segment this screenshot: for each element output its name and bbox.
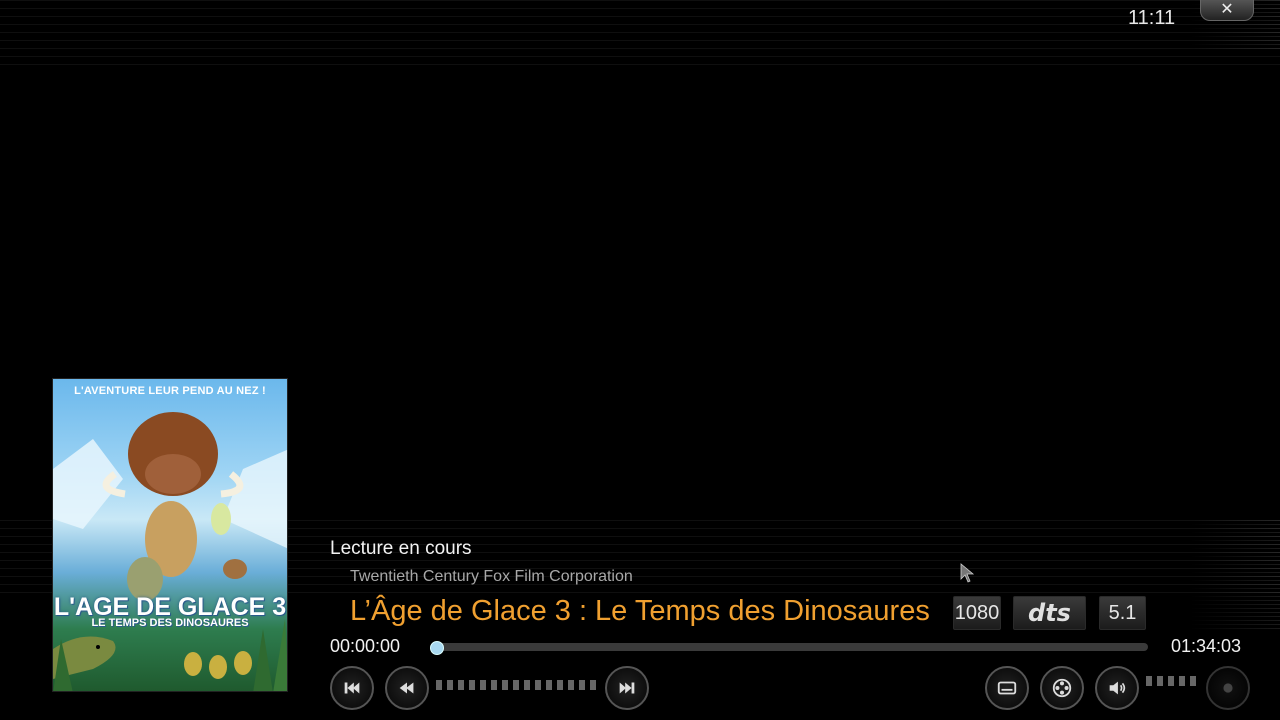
studio-name: Twentieth Century Fox Film Corporation: [350, 568, 633, 585]
rewind-icon: [399, 682, 414, 694]
audio-settings-icon: [1109, 681, 1126, 695]
video-settings-icon: [1052, 678, 1072, 698]
close-button[interactable]: ✕: [1200, 0, 1254, 21]
seek-bar[interactable]: [429, 641, 1148, 655]
controls-placeholder: [436, 680, 596, 690]
poster-artwork: [53, 412, 287, 691]
video-settings-button[interactable]: [1040, 666, 1084, 710]
mouse-cursor-icon: [960, 563, 975, 583]
skip-previous-icon: [344, 682, 360, 694]
seek-knob[interactable]: [429, 641, 444, 655]
movie-poster: L'AVENTURE LEUR PEND AU NEZ ! L'AGE DE G…: [52, 378, 288, 692]
record-button[interactable]: [1206, 666, 1250, 710]
skip-previous-button[interactable]: [330, 666, 374, 710]
skip-next-button[interactable]: [605, 666, 649, 710]
total-duration: 01:34:03: [1171, 636, 1242, 656]
close-icon: ✕: [1220, 1, 1234, 18]
overlay-fade-bottom: [1190, 520, 1280, 630]
controls-placeholder-right: [1146, 676, 1200, 686]
poster-tagline: L'AVENTURE LEUR PEND AU NEZ !: [74, 385, 266, 397]
clock: 11:11: [1128, 7, 1176, 29]
rewind-button[interactable]: [385, 666, 429, 710]
elapsed-time: 00:00:00: [330, 636, 401, 656]
record-icon: [1223, 683, 1233, 693]
movie-title: L’Âge de Glace 3 : Le Temps des Dinosaur…: [350, 595, 930, 627]
audio-codec-badge: dts: [1013, 596, 1086, 630]
resolution-badge: 1080: [953, 596, 1001, 630]
audio-settings-button[interactable]: [1095, 666, 1139, 710]
fast-forward-icon: [619, 682, 635, 694]
subtitles-icon: [997, 681, 1017, 695]
playback-status: Lecture en cours: [330, 538, 472, 559]
audio-channels-badge: 5.1: [1099, 596, 1146, 630]
poster-subtitle: LE TEMPS DES DINOSAURES: [91, 617, 249, 629]
subtitles-button[interactable]: [985, 666, 1029, 710]
